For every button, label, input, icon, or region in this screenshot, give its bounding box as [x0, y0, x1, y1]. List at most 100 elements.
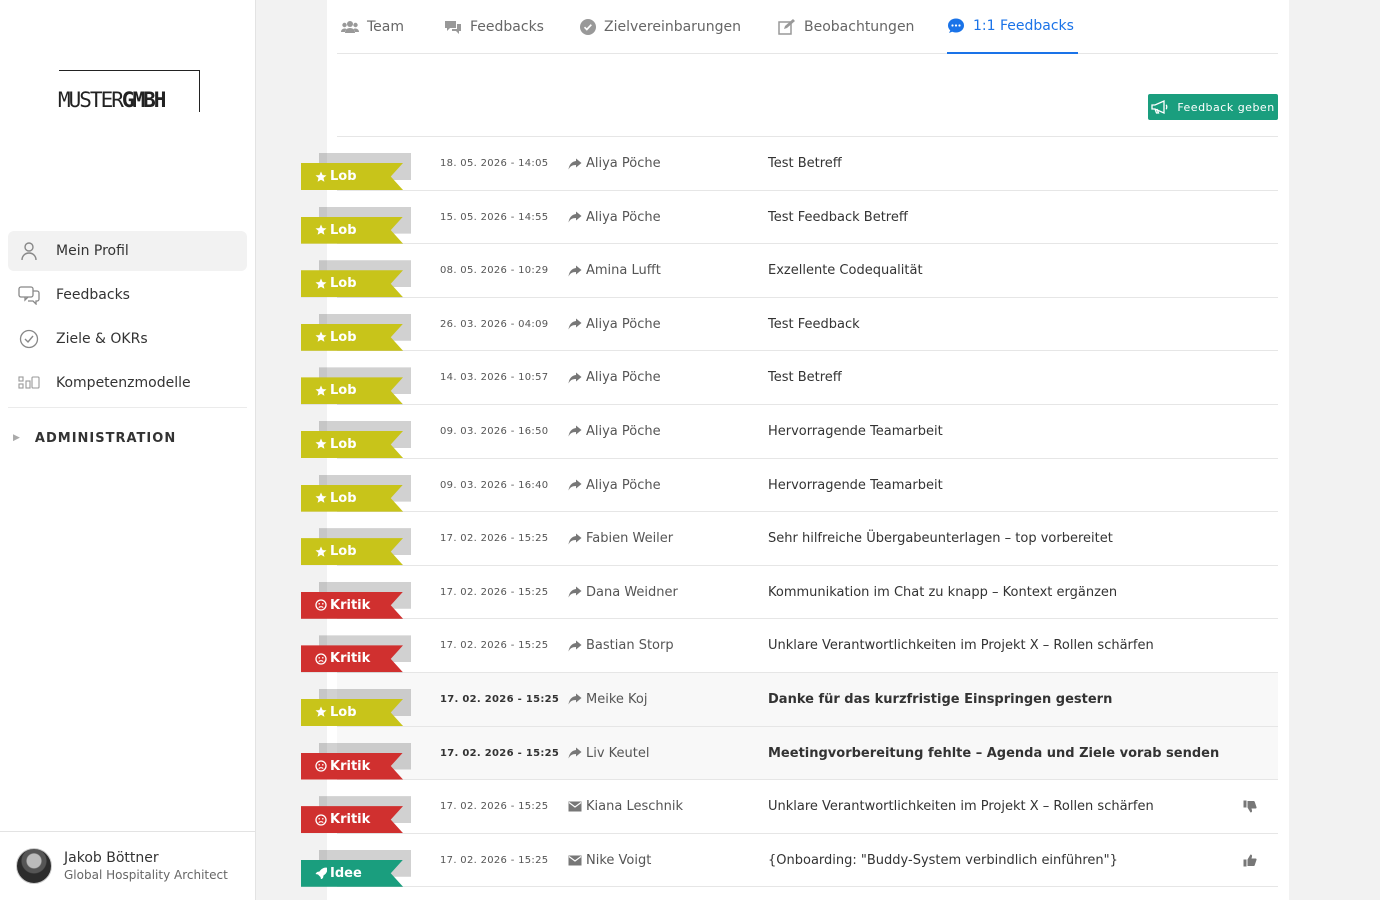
feedback-person[interactable]: Aliya Pöche [568, 191, 661, 244]
type-label: Kritik [330, 651, 371, 667]
feedback-row[interactable]: Lob 17. 02. 2026 - 15:25 Fabien Weiler Sehr… [301, 512, 1278, 566]
user-profile-box[interactable]: Jakob Böttner Global Hospitality Archite… [0, 831, 256, 900]
sidebar-section-administration[interactable]: ▶ ADMINISTRATION [8, 416, 247, 460]
feedback-person[interactable]: Aliya Pöche [568, 459, 661, 512]
feedback-row[interactable]: Lob 14. 03. 2026 - 10:57 Aliya Pöche Test B… [301, 351, 1278, 405]
feedback-subject[interactable]: Hervorragende Teamarbeit [768, 405, 943, 458]
type-badge: Lob [301, 270, 403, 298]
type-ribbon: Lob [301, 311, 421, 351]
share-icon [568, 265, 582, 277]
feedback-person[interactable]: Aliya Pöche [568, 351, 661, 404]
feedback-subject[interactable]: Unklare Verantwortlichkeiten im Projekt … [768, 619, 1154, 672]
feedback-date: 09. 03. 2026 - 16:50 [440, 425, 549, 437]
feedback-person[interactable]: Aliya Pöche [568, 298, 661, 351]
type-label: Kritik [330, 758, 371, 774]
feedback-person[interactable]: Amina Lufft [568, 244, 661, 297]
avatar [16, 848, 52, 884]
tab-beobachtungen[interactable]: Beobachtungen [778, 0, 914, 54]
feedback-person[interactable]: Kiana Leschnik [568, 780, 683, 833]
star-icon [315, 224, 327, 235]
type-ribbon: Lob [301, 257, 421, 298]
frown-icon [315, 813, 327, 826]
feedback-subject[interactable]: Danke für das kurzfristige Einspringen g… [768, 673, 1112, 726]
feedback-person[interactable]: Bastian Storp [568, 619, 674, 672]
feedback-row[interactable]: Lob 09. 03. 2026 - 16:50 Aliya Pöche Hervor… [301, 405, 1278, 459]
feedback-row[interactable]: Kritik 17. 02. 2026 - 15:25 Liv Keutel Meet… [301, 726, 1278, 781]
feedback-row[interactable]: Idee 17. 02. 2026 - 15:25 Nike Voigt {Onboa… [301, 834, 1278, 888]
person-name: Bastian Storp [586, 638, 674, 654]
feedback-geben-button[interactable]: Feedback geben [1148, 94, 1278, 120]
feedback-row[interactable]: Kritik 17. 02. 2026 - 15:25 Bastian Storp U… [301, 619, 1278, 673]
feedback-subject[interactable]: Test Feedback Betreff [768, 191, 908, 244]
feedback-row[interactable]: Lob 17. 02. 2026 - 15:25 Meike Koj Danke fü… [301, 672, 1278, 727]
feedback-subject[interactable]: {Onboarding: "Buddy-System verbindlich e… [768, 834, 1118, 887]
person-name: Aliya Pöche [586, 156, 661, 171]
feedback-row[interactable]: Kritik 17. 02. 2026 - 15:25 Kiana Leschnik… [301, 780, 1278, 834]
frown-icon [315, 760, 327, 772]
sidebar-item-label: Mein Profil [56, 243, 129, 259]
feedback-person[interactable]: Nike Voigt [568, 834, 651, 887]
feedback-person[interactable]: Aliya Pöche [568, 137, 661, 190]
feedback-row[interactable]: Lob 09. 03. 2026 - 16:40 Aliya Pöche Hervor… [301, 459, 1278, 513]
envelope-icon [568, 855, 582, 866]
company-logo[interactable]: MUSTERGMBH [58, 70, 200, 112]
sidebar-nav: Mein Profil Feedbacks Ziele & OKRs Kompe… [8, 231, 247, 460]
star-icon [315, 438, 327, 450]
feedback-subject[interactable]: Meetingvorbereitung fehlte – Agenda und … [768, 727, 1219, 780]
star-icon [315, 546, 327, 557]
feedback-row[interactable]: Kritik 17. 02. 2026 - 15:25 Dana Weidner Ko… [301, 566, 1278, 620]
feedback-person[interactable]: Dana Weidner [568, 566, 678, 619]
person-name: Aliya Pöche [586, 370, 661, 386]
person-name: Fabien Weiler [586, 531, 674, 547]
feedback-subject[interactable]: Sehr hilfreiche Übergabeunterlagen – top… [768, 512, 1113, 565]
tab-1-1-feedbacks[interactable]: 1:1 Feedbacks [947, 0, 1078, 54]
feedback-subject[interactable]: Hervorragende Teamarbeit [768, 459, 943, 512]
feedback-subject[interactable]: Kommunikation im Chat zu knapp – Kontext… [768, 566, 1117, 619]
feedback-subject[interactable]: Unklare Verantwortlichkeiten im Projekt … [768, 780, 1154, 833]
feedback-date: 17. 02. 2026 - 15:25 [440, 747, 560, 759]
type-badge: Lob [301, 430, 403, 458]
type-badge: Lob [301, 484, 403, 512]
sidebar-item-ziele-okrs[interactable]: Ziele & OKRs [8, 319, 247, 359]
sidebar-divider [8, 407, 247, 408]
type-badge: Lob [301, 216, 403, 244]
feedback-row[interactable]: Lob 26. 03. 2026 - 04:09 Aliya Pöche Test F… [301, 298, 1278, 352]
sidebar-item-kompetenzmodelle[interactable]: Kompetenzmodelle [8, 363, 247, 403]
feedback-subject[interactable]: Test Betreff [768, 351, 842, 404]
feedback-date: 17. 02. 2026 - 15:25 [440, 586, 549, 598]
share-icon [568, 318, 582, 330]
tab-team[interactable]: Team [341, 0, 404, 54]
sidebar-item-label: Kompetenzmodelle [56, 375, 191, 391]
sidebar-item-mein-profil[interactable]: Mein Profil [8, 231, 247, 271]
chat-bubble-icon [947, 18, 965, 34]
feedback-list: Lob 18. 05. 2026 - 14:05 Aliya Pöche Test B… [301, 136, 1278, 888]
feedback-person[interactable]: Aliya Pöche [568, 405, 661, 458]
feedback-row[interactable]: Lob 15. 05. 2026 - 14:55 Aliya Pöche Test F… [301, 191, 1278, 245]
feedback-person[interactable]: Fabien Weiler [568, 512, 673, 565]
feedback-row[interactable]: Lob 18. 05. 2026 - 14:05 Aliya Pöche Test B… [301, 137, 1278, 191]
sidebar-item-feedbacks[interactable]: Feedbacks [8, 275, 247, 315]
thumbs-down-icon [1243, 800, 1257, 813]
type-ribbon: Lob [301, 686, 421, 726]
feedback-subject[interactable]: Test Betreff [768, 137, 842, 190]
comments-icon [444, 19, 462, 35]
tab-zielvereinbarungen[interactable]: Zielvereinbarungen [580, 0, 741, 54]
type-label: Lob [330, 436, 357, 452]
tab-feedbacks[interactable]: Feedbacks [444, 0, 544, 54]
user-role: Global Hospitality Architect [64, 868, 228, 882]
thumbs-up-icon [1243, 854, 1257, 867]
type-label: Lob [330, 329, 357, 345]
type-label: Lob [330, 704, 357, 720]
star-icon [315, 171, 327, 182]
rating-indicator [1243, 780, 1257, 833]
feedback-subject[interactable]: Exzellente Codequalität [768, 244, 923, 297]
frown-icon [315, 653, 327, 665]
sidebar-item-label: Feedbacks [56, 287, 130, 303]
share-icon [568, 479, 582, 491]
feedback-person[interactable]: Meike Koj [568, 673, 647, 726]
type-badge: Kritik [301, 752, 403, 780]
feedback-person[interactable]: Liv Keutel [568, 727, 650, 780]
feedback-subject[interactable]: Test Feedback [768, 298, 860, 351]
feedback-row[interactable]: Lob 08. 05. 2026 - 10:29 Amina Lufft Exzell… [301, 244, 1278, 298]
star-icon [315, 331, 327, 342]
